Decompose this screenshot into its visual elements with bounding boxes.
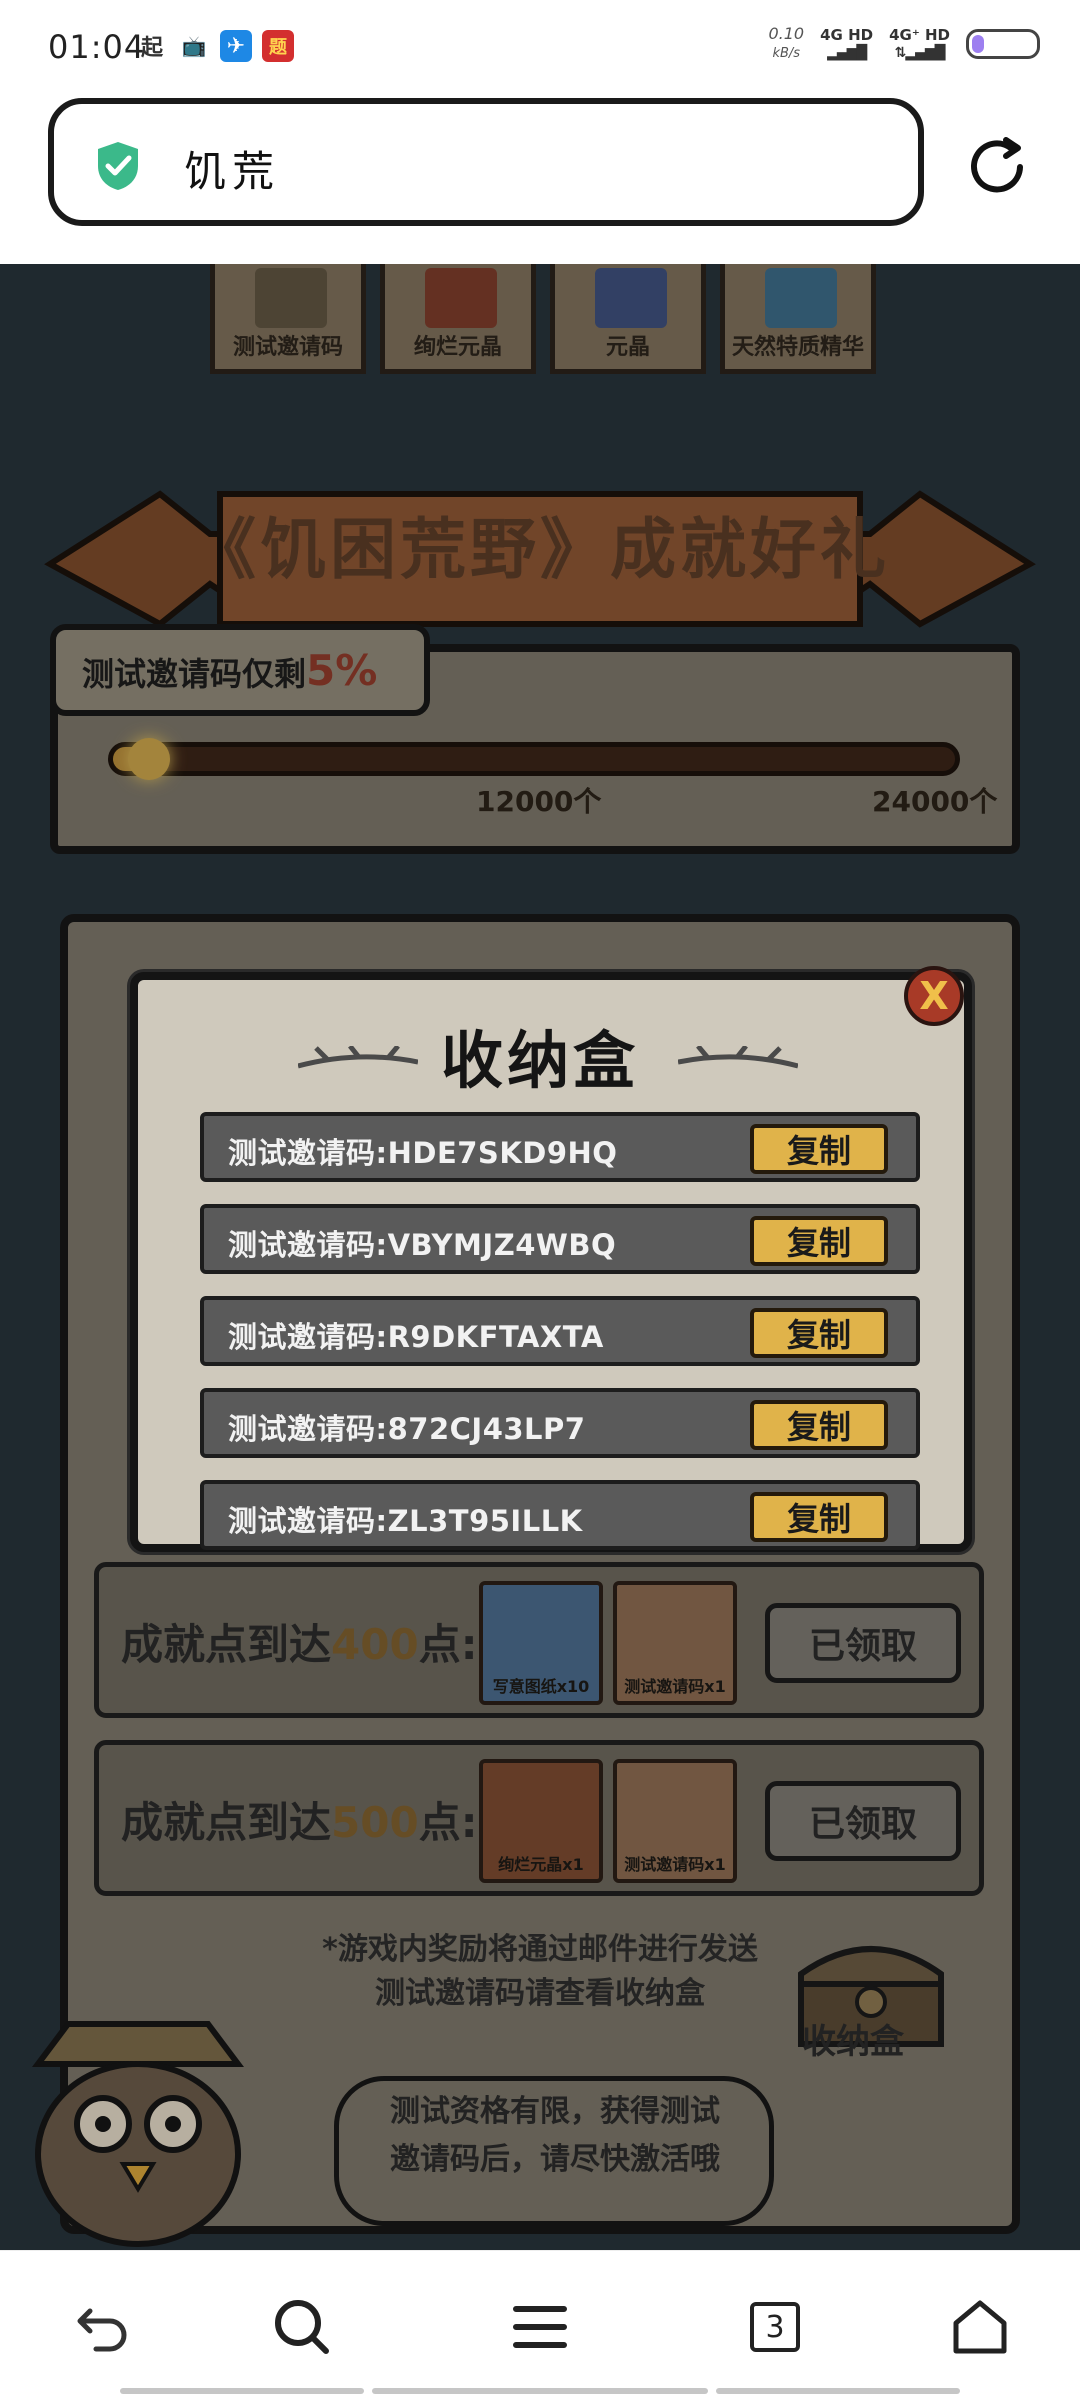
tabs-button[interactable]: 3 [743, 2295, 807, 2359]
battery-icon [966, 29, 1040, 59]
search-button[interactable] [270, 2295, 334, 2359]
address-bar[interactable]: 饥荒 [48, 98, 924, 226]
copy-button[interactable]: 复制 [750, 1308, 888, 1358]
modal-title: 收纳盒 [440, 1024, 639, 1097]
copy-button[interactable]: 复制 [750, 1216, 888, 1266]
home-button[interactable] [948, 2295, 1012, 2359]
copy-button[interactable]: 复制 [750, 1400, 888, 1450]
status-bar: 01:04 起 📺 ✈ 题 0.10 kB/s 4G HD ▂▄▆█ 4G⁺ H… [0, 0, 1080, 96]
game-notification-icon: 题 [262, 30, 294, 62]
tab-count-icon: 3 [750, 2302, 800, 2352]
status-time: 01:04 [48, 28, 146, 66]
invite-code-text: 测试邀请码:VBYMJZ4WBQ [228, 1228, 617, 1262]
gesture-bar [120, 2388, 364, 2394]
notification-icon-qi: 起 [140, 36, 163, 61]
invite-code-text: 测试邀请码:R9DKFTAXTA [228, 1320, 604, 1354]
back-button[interactable] [70, 2295, 134, 2359]
menu-icon [513, 2306, 567, 2348]
invite-code-row: 测试邀请码:ZL3T95ILLK 复制 [200, 1480, 920, 1550]
signal-2: 4G⁺ HD ⇅▂▄▆█ [889, 26, 950, 61]
secure-shield-icon [98, 142, 138, 190]
signal-bars-icon: ▂▄▆█ [827, 45, 867, 61]
menu-button[interactable] [508, 2295, 572, 2359]
invite-code-text: 测试邀请码:HDE7SKD9HQ [228, 1136, 618, 1170]
invite-code-row: 测试邀请码:R9DKFTAXTA 复制 [200, 1296, 920, 1366]
copy-button[interactable]: 复制 [750, 1124, 888, 1174]
copy-button[interactable]: 复制 [750, 1492, 888, 1542]
refresh-icon[interactable] [962, 132, 1032, 202]
network-speed: 0.10 kB/s [768, 24, 805, 61]
browser-bottom-nav: 3 [0, 2250, 1080, 2400]
invite-code-text: 测试邀请码:ZL3T95ILLK [228, 1504, 583, 1538]
close-button[interactable]: X [904, 966, 964, 1026]
search-icon [275, 2300, 329, 2354]
invite-code-row: 测试邀请码:872CJ43LP7 复制 [200, 1388, 920, 1458]
invite-code-row: 测试邀请码:VBYMJZ4WBQ 复制 [200, 1204, 920, 1274]
invite-code-row: 测试邀请码:HDE7SKD9HQ 复制 [200, 1112, 920, 1182]
home-icon [953, 2300, 1007, 2354]
back-arrow-icon [77, 2308, 127, 2352]
signal-1: 4G HD ▂▄▆█ [820, 26, 874, 61]
browser-toolbar: 饥荒 [0, 96, 1080, 264]
app-notification-icon: ✈ [220, 30, 252, 62]
status-app-icons: 起 📺 ✈ 题 [136, 30, 294, 62]
url-text: 饥荒 [184, 147, 281, 196]
gesture-bar [372, 2388, 708, 2394]
invite-code-text: 测试邀请码:872CJ43LP7 [228, 1412, 586, 1446]
gesture-bar [716, 2388, 960, 2394]
bilibili-icon: 📺 [181, 34, 207, 58]
signal-bars-icon: ⇅▂▄▆█ [894, 45, 946, 61]
